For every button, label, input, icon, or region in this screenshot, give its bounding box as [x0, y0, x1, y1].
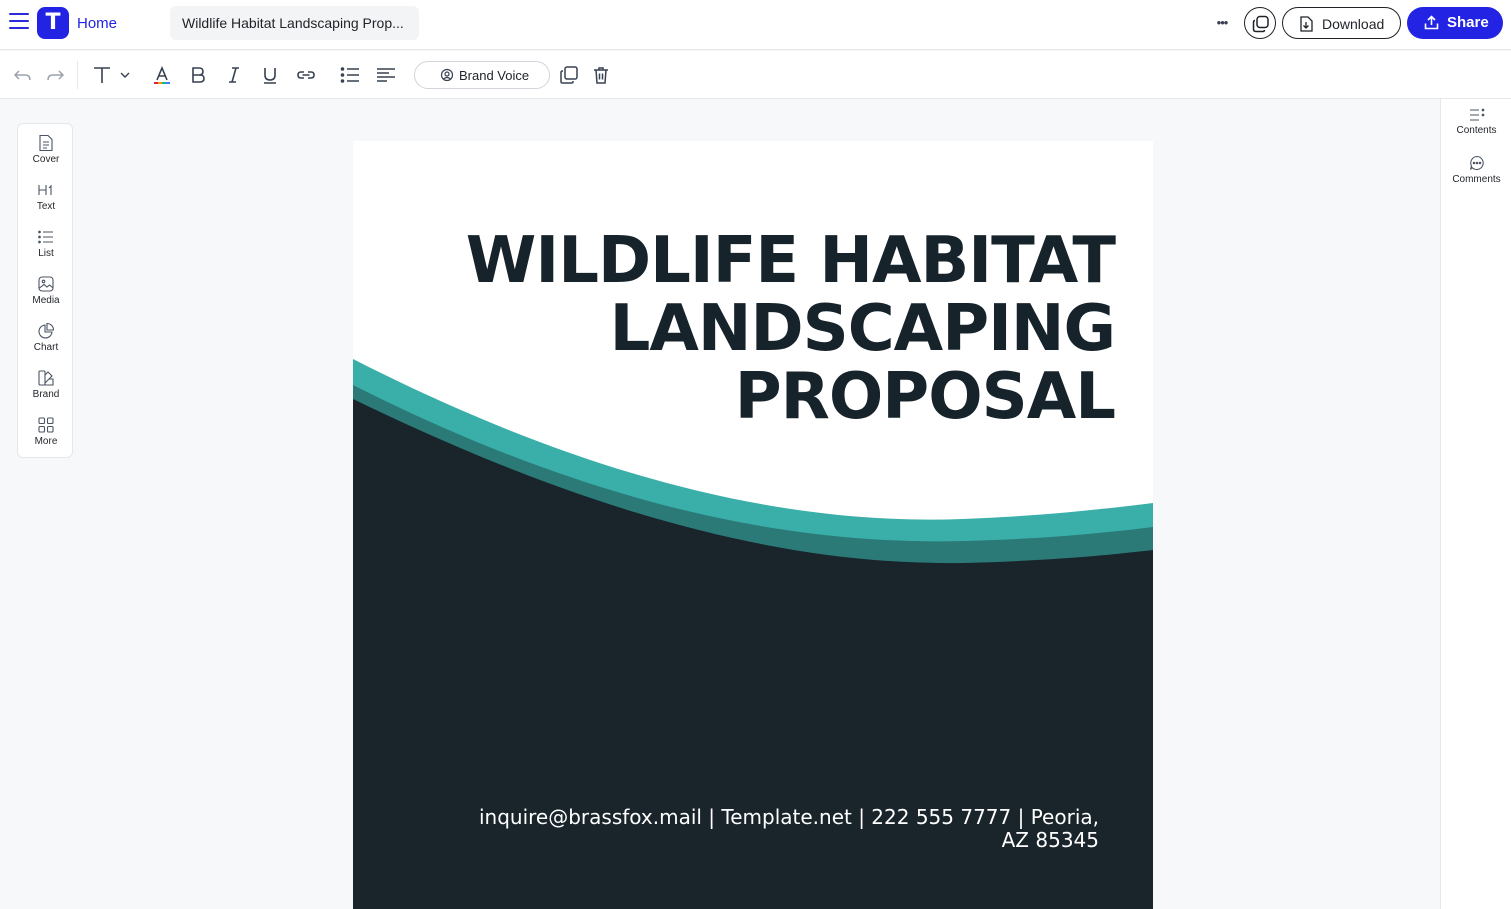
- share-upload-icon: [1424, 15, 1439, 30]
- home-link[interactable]: Home: [77, 15, 117, 32]
- share-label: Share: [1447, 14, 1489, 31]
- more-options-icon[interactable]: •••: [1212, 13, 1232, 33]
- contents-button[interactable]: Contents: [1441, 108, 1511, 148]
- comments-label: Comments: [1452, 174, 1501, 185]
- download-label: Download: [1322, 16, 1385, 32]
- toolbar-divider: [77, 61, 78, 89]
- align-left-icon[interactable]: [374, 63, 398, 87]
- cover-title[interactable]: WILDLIFE HABITAT LANDSCAPING PROPOSAL: [415, 224, 1116, 434]
- duplicate-icon: [1252, 15, 1269, 33]
- sidebar-item-brand[interactable]: Brand: [18, 369, 74, 413]
- delete-icon[interactable]: [589, 63, 613, 87]
- bold-icon[interactable]: [186, 63, 210, 87]
- formatting-toolbar: Brand Voice: [0, 51, 1511, 99]
- sidebar-item-label: Chart: [33, 342, 59, 353]
- grid-icon: [38, 417, 54, 433]
- sidebar-item-label: Cover: [32, 154, 60, 165]
- text-style-icon[interactable]: [90, 63, 114, 87]
- download-file-icon: [1300, 16, 1313, 32]
- link-icon[interactable]: [294, 63, 318, 87]
- menu-icon[interactable]: [9, 13, 29, 31]
- download-button[interactable]: Download: [1282, 7, 1401, 39]
- undo-icon[interactable]: [11, 63, 35, 87]
- sidebar-item-chart[interactable]: Chart: [18, 322, 74, 366]
- right-panel: Contents Comments: [1440, 99, 1511, 909]
- sidebar-item-label: Brand: [32, 389, 60, 400]
- cover-contact-info[interactable]: inquire@brassfox.mail | Template.net | 2…: [459, 806, 1099, 852]
- top-header: T Home Wildlife Habitat Landscaping Prop…: [0, 0, 1511, 50]
- contact-line: inquire@brassfox.mail | Template.net | 2…: [478, 805, 1099, 829]
- insert-sidebar: Cover Text List Media Chart Brand More: [17, 123, 73, 458]
- sidebar-item-more[interactable]: More: [18, 416, 74, 460]
- chart-icon: [38, 322, 55, 339]
- image-icon: [38, 276, 54, 292]
- cover-icon: [39, 134, 53, 152]
- document-cover-page[interactable]: WILDLIFE HABITAT LANDSCAPING PROPOSAL in…: [353, 141, 1153, 909]
- duplicate-button[interactable]: [1244, 7, 1276, 39]
- sidebar-item-text[interactable]: Text: [18, 181, 74, 225]
- list-icon: [38, 230, 53, 244]
- sidebar-item-list[interactable]: List: [18, 228, 74, 272]
- italic-icon[interactable]: [222, 63, 246, 87]
- sidebar-item-cover[interactable]: Cover: [18, 134, 74, 178]
- underline-icon[interactable]: [258, 63, 282, 87]
- sidebar-item-label: More: [34, 436, 58, 447]
- heading-icon: [38, 184, 52, 195]
- sidebar-item-label: List: [38, 248, 54, 259]
- sidebar-item-label: Text: [36, 201, 56, 212]
- brand-voice-label: Brand Voice: [459, 68, 530, 83]
- app-logo[interactable]: T: [37, 7, 69, 39]
- redo-icon[interactable]: [43, 63, 67, 87]
- contents-icon: [1469, 108, 1484, 121]
- cover-title-line: LANDSCAPING: [609, 292, 1116, 366]
- contents-label: Contents: [1456, 125, 1497, 136]
- bullet-list-icon[interactable]: [338, 63, 362, 87]
- font-color-icon[interactable]: [150, 63, 174, 87]
- brand-voice-icon: [440, 68, 454, 82]
- cover-title-line: WILDLIFE HABITAT: [465, 224, 1116, 298]
- chevron-down-icon[interactable]: [116, 63, 134, 87]
- brand-voice-button[interactable]: Brand Voice: [414, 61, 550, 89]
- comments-button[interactable]: Comments: [1441, 155, 1511, 195]
- sidebar-item-media[interactable]: Media: [18, 275, 74, 319]
- sidebar-item-label: Media: [32, 295, 60, 306]
- comments-icon: [1469, 155, 1484, 170]
- share-button[interactable]: Share: [1407, 7, 1503, 39]
- cover-title-line: PROPOSAL: [734, 360, 1116, 434]
- duplicate-block-icon[interactable]: [557, 63, 581, 87]
- brand-icon: [38, 370, 54, 386]
- document-title-field[interactable]: Wildlife Habitat Landscaping Prop...: [170, 6, 419, 40]
- contact-line: AZ 85345: [1001, 828, 1099, 852]
